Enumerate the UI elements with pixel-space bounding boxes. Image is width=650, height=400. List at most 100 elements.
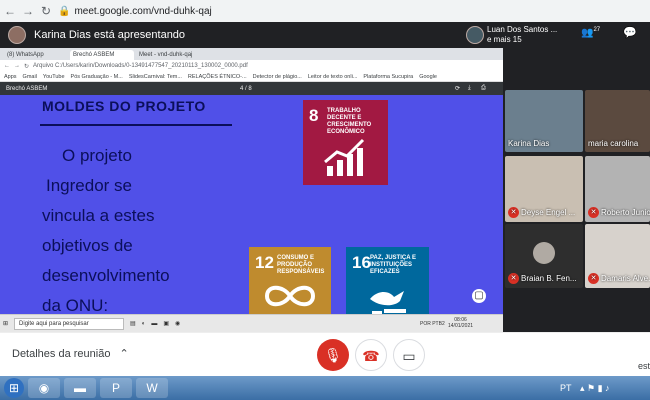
sdg12-text: CONSUMO E PRODUÇÃO RESPONSÁVEIS [277,255,325,275]
participant-name: maria carolina [588,139,639,148]
bookmark-item[interactable]: RELAÇÕES ÉTNICO-... [188,74,247,80]
chevron-up-icon: ⌃ [119,348,129,360]
meeting-controls: Detalhes da reunião ⌃ 🎙 ☎ ▭ est [0,332,650,376]
mic-off-icon: ✕ [508,207,519,218]
shared-url: Arquivo C:/Users/karin/Downloads/0-13491… [33,63,248,69]
tray-icons: ▴ ⚑ ▮ ♪ [580,382,610,393]
phone-hangup-icon: ☎ [362,348,380,364]
taskbar-powerpoint[interactable]: P [100,378,132,398]
taskbar-chrome[interactable]: ◉ [28,378,60,398]
participant-tile[interactable]: ✕ Deyse Engel ... [505,156,583,222]
dove-gavel-icon [370,291,406,314]
participant-name: Deyse Engel ... [521,208,576,217]
windows-logo-icon: ⊞ [8,381,20,395]
participant-name: Karina Dias [508,139,550,148]
tab-strip: (8) WhatsApp Brechó ASBEM Meet - vnd-duh… [0,48,503,60]
back-icon: ← [4,63,10,69]
mic-toggle-button[interactable]: 🎙 [317,339,349,371]
mic-off-icon: ✕ [508,273,519,284]
bookmark-item[interactable]: Pós Graduação - M... [71,74,123,80]
folder-icon[interactable]: ▬ [151,321,157,327]
forward-icon[interactable]: → [22,4,34,18]
sdg12-number: 12 [255,253,274,272]
edge-icon[interactable]: ◐ [142,321,146,327]
shared-address-bar[interactable]: ← → ↻ Arquivo C:/Users/karin/Downloads/0… [0,60,503,72]
slide: MOLDES DO PROJETO O projeto Ingredor se … [0,95,503,314]
slide-title: MOLDES DO PROJETO [42,98,206,114]
sdg8-text: TRABALHO DECENTE E CRESCIMENTO ECONÔMICO [327,108,372,135]
camera-toggle-button[interactable]: ▭ [393,339,425,371]
shared-taskbar: ⊞ Digite aqui para pesquisar ▤ ◐ ▬ ▣ ◉ P… [0,314,503,332]
people-count: 27 [593,27,601,33]
bookmark-item[interactable]: Apps [4,74,17,80]
others-more: e mais 15 [487,35,522,44]
infinity-icon [264,285,316,307]
download-icon[interactable]: ⤓ [468,85,471,92]
people-icon: 👥 [581,27,594,39]
participant-name: Damaris Alve... [601,274,650,283]
mic-off-icon: ✕ [588,207,599,218]
taskbar-word[interactable]: W [136,378,168,398]
participant-tile[interactable]: Karina Dias [505,90,583,152]
windows-icon[interactable]: ⊞ [3,320,8,327]
bookmark-item[interactable]: Google [419,74,437,80]
slide-line: objetivos de [42,236,133,255]
presenter-avatar [8,26,26,44]
presenter-text: Karina Dias está apresentando [34,29,186,41]
tab-whatsapp[interactable]: (8) WhatsApp [4,50,68,60]
bookmark-item[interactable]: YouTube [43,74,65,80]
growth-chart-icon [324,138,365,176]
bookmark-item[interactable]: Detector de plágio... [253,74,302,80]
task-view-icon[interactable]: ▤ [130,320,136,327]
tab-brecho[interactable]: Brechó ASBEM [70,50,134,60]
sdg16-number: 16 [352,253,371,272]
browser-toolbar: ← → ↻ 🔒 meet.google.com/vnd-duhk-qaj [0,0,650,22]
rotate-icon[interactable]: ⟳ [455,85,460,92]
reload-icon[interactable]: ↻ [40,4,52,18]
bookmark-item[interactable]: Gmail [23,74,37,80]
people-button[interactable]: 👥27 [581,27,600,38]
leave-call-button[interactable]: ☎ [355,339,387,371]
mic-off-icon: 🎙 [324,347,342,363]
word-icon: W [146,381,158,395]
slide-line: O projeto [62,146,132,165]
tab-meet[interactable]: Meet - vnd-duhk-qaj [136,50,200,60]
participant-name: Roberto Junior [601,208,650,217]
store-icon[interactable]: ▣ [163,320,169,327]
participant-tile[interactable]: ✕ Braian B. Fen... [505,224,583,288]
participant-tile[interactable]: maria carolina [585,90,650,152]
participant-name: Braian B. Fen... [521,274,577,283]
forward-icon: → [14,63,20,69]
search-input[interactable]: Digite aqui para pesquisar [14,317,125,330]
taskbar-explorer[interactable]: ▬ [64,378,96,398]
mic-off-icon: ✕ [588,273,599,284]
chrome-icon[interactable]: ◉ [175,320,180,327]
windows-taskbar: ⊞ ◉ ▬ P W PT ▴ ⚑ ▮ ♪ [0,376,650,400]
others-name: Luan Dos Santos ... [487,25,558,34]
lock-icon: 🔒 [58,5,71,17]
meeting-details-button[interactable]: Detalhes da reunião ⌃ [12,347,129,360]
participant-tile[interactable]: ✕ Roberto Junior [585,156,650,222]
slide-line: vincula a estes [42,206,155,225]
reload-icon: ↻ [24,63,30,70]
pdf-title: Brechó ASBEM [6,85,48,92]
slide-line: Ingredor se [46,176,132,195]
pdf-page-indicator: 4 / 8 [240,85,252,92]
bookmark-item[interactable]: Leitor de texto onli... [308,74,358,80]
chrome-icon: ◉ [38,381,50,395]
right-text: est [638,361,650,371]
chat-icon[interactable]: 💬 [623,26,637,39]
back-icon[interactable]: ← [4,4,16,18]
participant-tile[interactable]: ✕ Damaris Alve... [585,224,650,288]
tray-lang: PT [560,383,572,393]
address-bar[interactable]: 🔒 meet.google.com/vnd-duhk-qaj [58,6,212,17]
pdf-zoom-controls: ▢ + − [472,289,488,314]
bookmark-item[interactable]: Plataforma Sucupira [363,74,413,80]
bookmark-item[interactable]: SlidesCarnival: Tem... [129,74,182,80]
fit-page-icon[interactable]: ▢ [472,289,486,303]
start-button[interactable]: ⊞ [4,378,24,398]
folder-icon: ▬ [74,381,86,395]
slide-title-underline [40,124,232,126]
sdg8-card: 8 TRABALHO DECENTE E CRESCIMENTO ECONÔMI… [303,100,388,185]
print-icon[interactable]: ⎙ [481,85,486,92]
